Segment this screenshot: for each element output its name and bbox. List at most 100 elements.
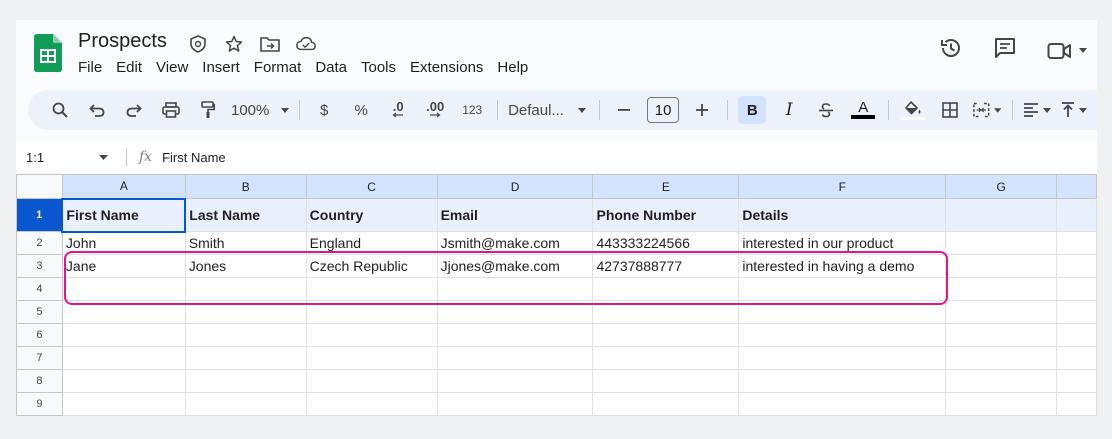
cell-c8[interactable] (305, 369, 438, 393)
cell-c7[interactable] (305, 346, 438, 370)
strikethrough-icon[interactable] (812, 96, 840, 124)
cell-g3[interactable] (945, 254, 1058, 278)
cell-h9[interactable] (1056, 392, 1097, 416)
cell-d3[interactable]: Jjones@make.com (436, 254, 594, 278)
cell-b6[interactable] (184, 323, 307, 347)
more-formats-button[interactable]: 123 (458, 96, 486, 124)
text-color-button[interactable]: A (849, 96, 877, 124)
cell-c5[interactable] (305, 300, 438, 324)
column-header-h[interactable] (1056, 174, 1097, 199)
cell-b9[interactable] (184, 392, 307, 416)
cell-a4[interactable] (61, 277, 186, 301)
cell-g7[interactable] (945, 346, 1058, 370)
cell-g1[interactable] (945, 198, 1058, 232)
cell-b8[interactable] (184, 369, 307, 393)
cell-f4[interactable] (738, 277, 947, 301)
cell-c3[interactable]: Czech Republic (305, 254, 438, 278)
cell-d7[interactable] (436, 346, 594, 370)
cell-e3[interactable]: 42737888777 (592, 254, 740, 278)
decrease-font-size-icon[interactable] (610, 96, 638, 124)
cell-h8[interactable] (1056, 369, 1097, 393)
cell-f1[interactable]: Details (738, 198, 947, 232)
print-icon[interactable] (157, 96, 185, 124)
cell-g5[interactable] (945, 300, 1058, 324)
borders-icon[interactable] (936, 96, 964, 124)
cell-h5[interactable] (1056, 300, 1097, 324)
column-header-d[interactable]: D (436, 174, 594, 199)
increase-font-size-icon[interactable] (688, 96, 716, 124)
menu-data[interactable]: Data (308, 59, 354, 76)
cell-e8[interactable] (592, 369, 740, 393)
menu-file[interactable]: File (78, 59, 109, 76)
document-title[interactable]: Prospects (78, 30, 167, 53)
cell-g9[interactable] (945, 392, 1058, 416)
cell-a3[interactable]: Jane (61, 254, 186, 278)
cell-d8[interactable] (436, 369, 594, 393)
cell-a2[interactable]: John (61, 231, 186, 255)
cell-c9[interactable] (305, 392, 438, 416)
version-history-icon[interactable] (939, 36, 963, 65)
menu-tools[interactable]: Tools (354, 59, 403, 76)
fill-color-icon[interactable] (899, 96, 927, 124)
increase-decimal-button[interactable]: .00 (421, 96, 449, 124)
undo-icon[interactable] (83, 96, 111, 124)
column-header-a[interactable]: A (61, 174, 186, 199)
font-size-input[interactable]: 10 (646, 97, 680, 123)
row-header[interactable]: 9 (16, 392, 63, 416)
vertical-align-icon[interactable] (1060, 96, 1088, 124)
cell-f9[interactable] (738, 392, 947, 416)
cell-f3[interactable]: interested in having a demo (738, 254, 947, 278)
cell-d1[interactable]: Email (436, 198, 594, 232)
menu-help[interactable]: Help (490, 59, 535, 76)
cell-h1[interactable] (1056, 198, 1097, 232)
cell-a7[interactable] (61, 346, 186, 370)
cell-b4[interactable] (184, 277, 307, 301)
menu-view[interactable]: View (149, 59, 195, 76)
column-header-c[interactable]: C (305, 174, 438, 199)
cell-g6[interactable] (945, 323, 1058, 347)
cell-e2[interactable]: 443333224566 (592, 231, 740, 255)
row-header[interactable]: 2 (16, 231, 63, 255)
cell-d9[interactable] (436, 392, 594, 416)
italic-button[interactable]: I (775, 96, 803, 124)
cell-e4[interactable] (592, 277, 740, 301)
font-select[interactable]: Defaul... (508, 102, 593, 119)
cell-g4[interactable] (945, 277, 1058, 301)
decrease-decimal-button[interactable]: .0 (384, 96, 412, 124)
search-menus-icon[interactable] (46, 96, 74, 124)
cell-d6[interactable] (436, 323, 594, 347)
cell-f8[interactable] (738, 369, 947, 393)
cell-d5[interactable] (436, 300, 594, 324)
cell-a6[interactable] (61, 323, 186, 347)
cell-h4[interactable] (1056, 277, 1097, 301)
cell-f6[interactable] (738, 323, 947, 347)
menu-edit[interactable]: Edit (109, 59, 149, 76)
merge-cells-icon[interactable] (973, 96, 1002, 124)
zoom-select[interactable]: 100% (231, 102, 290, 119)
cell-b2[interactable]: Smith (184, 231, 307, 255)
cell-b5[interactable] (184, 300, 307, 324)
cell-a9[interactable] (61, 392, 186, 416)
security-badge-icon[interactable] (188, 34, 208, 54)
row-header[interactable]: 5 (16, 300, 63, 324)
meet-video-icon[interactable] (1047, 41, 1087, 61)
row-header[interactable]: 8 (16, 369, 63, 393)
horizontal-align-icon[interactable] (1023, 96, 1051, 124)
cell-f5[interactable] (738, 300, 947, 324)
cell-h6[interactable] (1056, 323, 1097, 347)
row-header[interactable]: 7 (16, 346, 63, 370)
cell-h7[interactable] (1056, 346, 1097, 370)
formula-input[interactable]: First Name (162, 150, 226, 165)
paint-format-icon[interactable] (194, 96, 222, 124)
cell-f2[interactable]: interested in our product (738, 231, 947, 255)
cell-c6[interactable] (305, 323, 438, 347)
menu-insert[interactable]: Insert (195, 59, 247, 76)
cell-f7[interactable] (738, 346, 947, 370)
redo-icon[interactable] (120, 96, 148, 124)
cell-b1[interactable]: Last Name (184, 198, 307, 232)
menu-extensions[interactable]: Extensions (403, 59, 490, 76)
cell-a5[interactable] (61, 300, 186, 324)
cell-d2[interactable]: Jsmith@make.com (436, 231, 594, 255)
cell-b7[interactable] (184, 346, 307, 370)
bold-button[interactable]: B (738, 96, 767, 124)
